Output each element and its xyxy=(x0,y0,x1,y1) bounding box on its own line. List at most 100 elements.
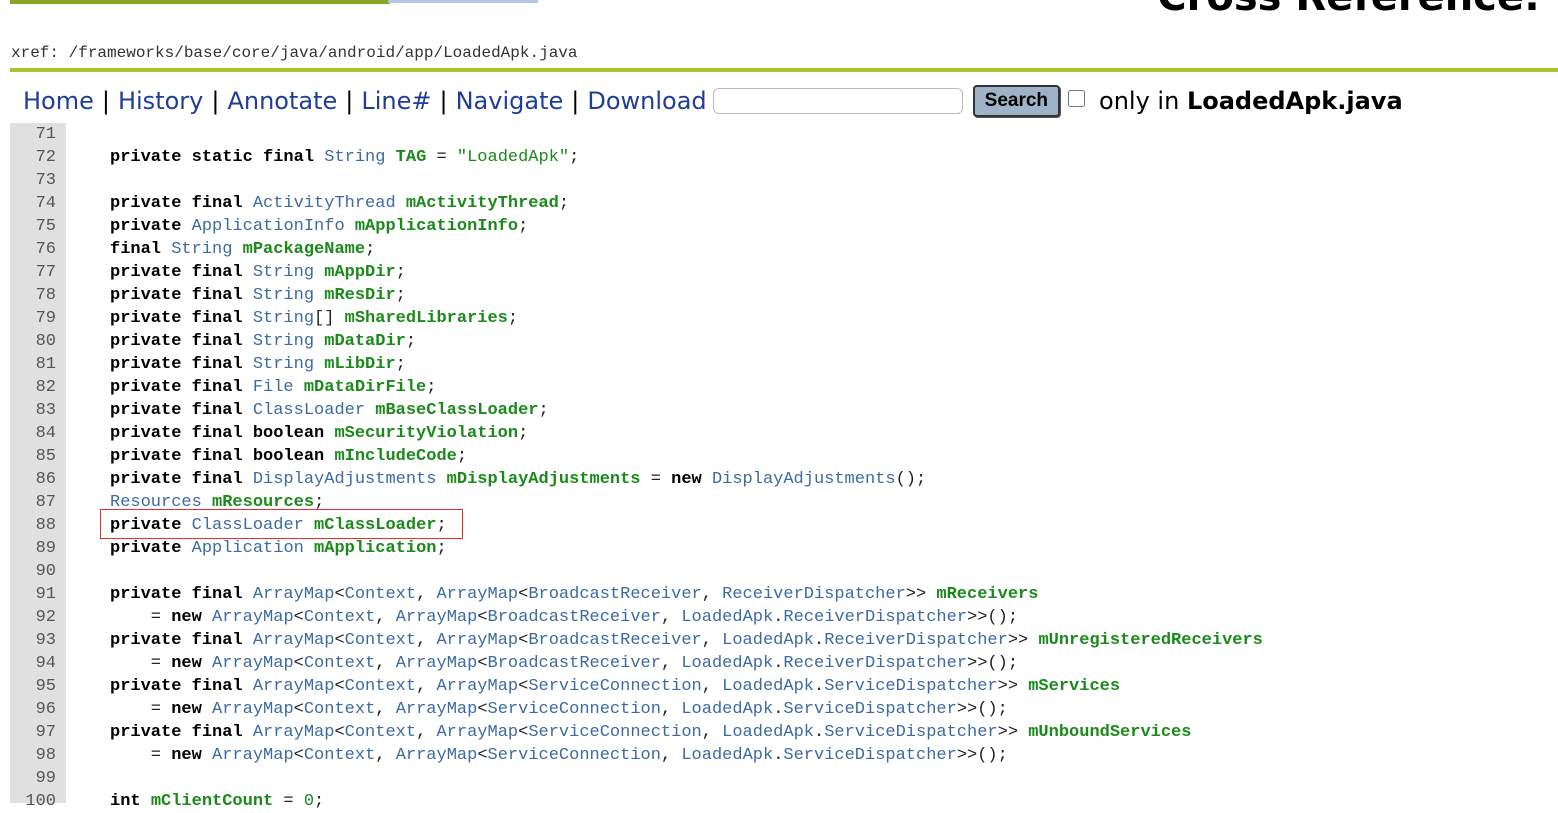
type-link[interactable]: ArrayMap xyxy=(396,608,478,627)
identifier-definition[interactable]: mDataDir xyxy=(324,332,406,351)
type-link[interactable]: LoadedApk xyxy=(681,608,773,627)
line-number-link[interactable]: 98 xyxy=(10,744,56,767)
line-number-link[interactable]: 93 xyxy=(10,629,56,652)
type-link[interactable]: ActivityThread xyxy=(253,194,406,213)
type-link[interactable]: ArrayMap xyxy=(396,654,478,673)
identifier-definition[interactable]: mReceivers xyxy=(936,585,1038,604)
line-number-link[interactable]: 75 xyxy=(10,215,56,238)
type-link[interactable]: LoadedApk xyxy=(722,677,814,696)
nav-history-link[interactable]: History xyxy=(118,87,203,115)
identifier-definition[interactable]: mResDir xyxy=(324,286,395,305)
line-number-link[interactable]: 86 xyxy=(10,468,56,491)
type-link[interactable]: Context xyxy=(345,677,416,696)
identifier-definition[interactable]: mServices xyxy=(1028,677,1120,696)
line-number-link[interactable]: 92 xyxy=(10,606,56,629)
identifier-definition[interactable]: mUnboundServices xyxy=(1028,723,1191,742)
line-number-link[interactable]: 97 xyxy=(10,721,56,744)
type-link[interactable]: ReceiverDispatcher xyxy=(783,608,967,627)
type-link[interactable]: Context xyxy=(304,608,375,627)
line-number-link[interactable]: 100 xyxy=(10,790,56,813)
identifier-definition[interactable]: mClientCount xyxy=(151,792,273,811)
identifier-definition[interactable]: mActivityThread xyxy=(406,194,559,213)
type-link[interactable]: String xyxy=(253,286,324,305)
line-number-link[interactable]: 88 xyxy=(10,514,56,537)
type-link[interactable]: ArrayMap xyxy=(253,585,335,604)
type-link[interactable]: String xyxy=(253,355,324,374)
type-link[interactable]: Application xyxy=(192,539,314,558)
identifier-definition[interactable]: mLibDir xyxy=(324,355,395,374)
type-link[interactable]: BroadcastReceiver xyxy=(488,654,661,673)
type-link[interactable]: ReceiverDispatcher xyxy=(722,585,906,604)
type-link[interactable]: ServiceDispatcher xyxy=(783,700,956,719)
line-number-link[interactable]: 85 xyxy=(10,445,56,468)
search-input[interactable] xyxy=(712,88,963,114)
nav-line-link[interactable]: Line# xyxy=(361,87,431,115)
type-link[interactable]: ServiceDispatcher xyxy=(783,746,956,765)
search-button[interactable]: Search xyxy=(972,85,1061,117)
type-link[interactable]: Context xyxy=(304,654,375,673)
type-link[interactable]: ClassLoader xyxy=(253,401,375,420)
identifier-definition[interactable]: mDisplayAdjustments xyxy=(447,470,641,489)
type-link[interactable]: ServiceDispatcher xyxy=(824,723,997,742)
type-link[interactable]: LoadedApk xyxy=(722,723,814,742)
type-link[interactable]: ApplicationInfo xyxy=(192,217,355,236)
identifier-definition[interactable]: mAppDir xyxy=(324,263,395,282)
identifier-definition[interactable]: mApplication xyxy=(314,539,436,558)
line-number-link[interactable]: 95 xyxy=(10,675,56,698)
identifier-definition[interactable]: mUnregisteredReceivers xyxy=(1038,631,1262,650)
type-link[interactable]: ReceiverDispatcher xyxy=(783,654,967,673)
identifier-definition[interactable]: mPackageName xyxy=(243,240,365,259)
nav-home-link[interactable]: Home xyxy=(23,87,94,115)
type-link[interactable]: ArrayMap xyxy=(396,746,478,765)
type-link[interactable]: ArrayMap xyxy=(212,700,294,719)
type-link[interactable]: LoadedApk xyxy=(681,700,773,719)
type-link[interactable]: ArrayMap xyxy=(212,608,294,627)
type-link[interactable]: ReceiverDispatcher xyxy=(824,631,1008,650)
type-link[interactable]: ArrayMap xyxy=(436,723,518,742)
type-link[interactable]: Context xyxy=(304,746,375,765)
type-link[interactable]: BroadcastReceiver xyxy=(488,608,661,627)
type-link[interactable]: BroadcastReceiver xyxy=(528,631,701,650)
type-link[interactable]: String xyxy=(253,332,324,351)
type-link[interactable]: ServiceConnection xyxy=(528,677,701,696)
type-link[interactable]: ArrayMap xyxy=(212,654,294,673)
identifier-definition[interactable]: mIncludeCode xyxy=(334,447,456,466)
line-number-link[interactable]: 96 xyxy=(10,698,56,721)
line-number-link[interactable]: 73 xyxy=(10,169,56,192)
type-link[interactable]: String xyxy=(324,148,395,167)
type-link[interactable]: Context xyxy=(304,700,375,719)
type-link[interactable]: ArrayMap xyxy=(436,585,518,604)
type-link[interactable]: LoadedApk xyxy=(681,746,773,765)
type-link[interactable]: ArrayMap xyxy=(396,700,478,719)
line-number-link[interactable]: 79 xyxy=(10,307,56,330)
identifier-definition[interactable]: mBaseClassLoader xyxy=(375,401,538,420)
type-link[interactable]: Context xyxy=(345,723,416,742)
type-link[interactable]: File xyxy=(253,378,304,397)
type-link[interactable]: ServiceConnection xyxy=(488,700,661,719)
line-number-link[interactable]: 83 xyxy=(10,399,56,422)
nav-navigate-link[interactable]: Navigate xyxy=(456,87,564,115)
line-number-link[interactable]: 90 xyxy=(10,560,56,583)
identifier-definition[interactable]: mResources xyxy=(212,493,314,512)
line-number-link[interactable]: 72 xyxy=(10,146,56,169)
line-number-link[interactable]: 82 xyxy=(10,376,56,399)
line-number-link[interactable]: 77 xyxy=(10,261,56,284)
identifier-definition[interactable]: mSecurityViolation xyxy=(334,424,518,443)
type-link[interactable]: String xyxy=(253,263,324,282)
type-link[interactable]: ServiceConnection xyxy=(488,746,661,765)
type-link[interactable]: Context xyxy=(345,631,416,650)
line-number-link[interactable]: 71 xyxy=(10,123,56,146)
type-link[interactable]: ClassLoader xyxy=(192,516,314,535)
type-link[interactable]: LoadedApk xyxy=(722,631,814,650)
type-link[interactable]: DisplayAdjustments xyxy=(712,470,896,489)
type-link[interactable]: ArrayMap xyxy=(436,631,518,650)
line-number-link[interactable]: 91 xyxy=(10,583,56,606)
opengrok-logo[interactable] xyxy=(10,0,390,4)
only-in-file-checkbox[interactable] xyxy=(1068,89,1086,107)
type-link[interactable]: String xyxy=(171,240,242,259)
type-link[interactable]: BroadcastReceiver xyxy=(528,585,701,604)
line-number-link[interactable]: 80 xyxy=(10,330,56,353)
type-link[interactable]: Context xyxy=(345,585,416,604)
identifier-definition[interactable]: mClassLoader xyxy=(314,516,436,535)
type-link[interactable]: LoadedApk xyxy=(681,654,773,673)
